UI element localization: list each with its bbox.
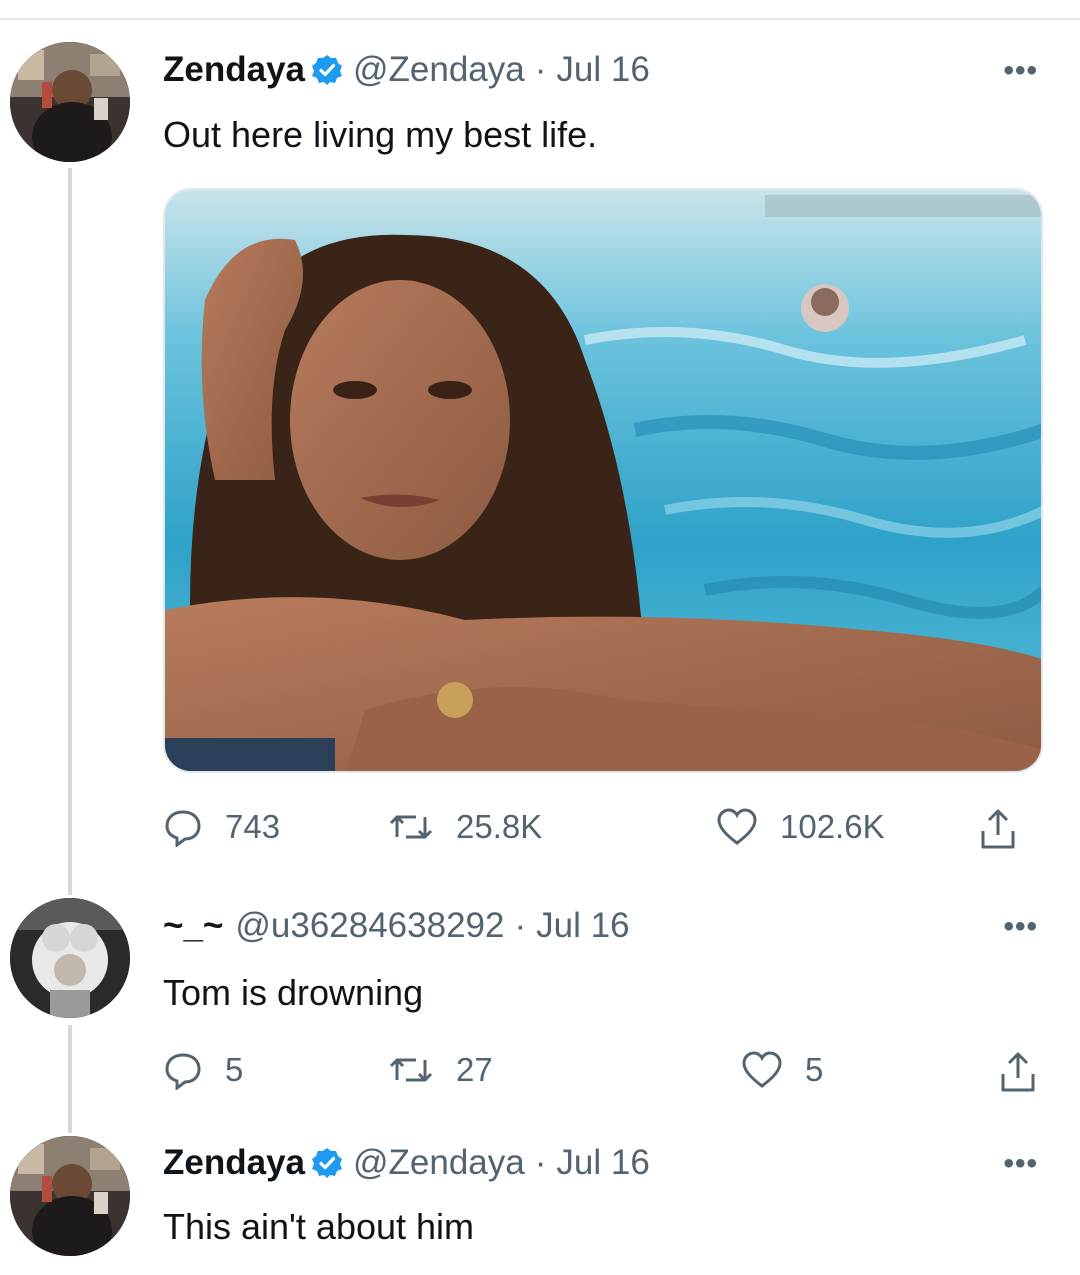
thread-line-2	[68, 1025, 72, 1133]
retweet-icon	[389, 815, 433, 839]
reply-button[interactable]: 5	[163, 1050, 243, 1090]
handle[interactable]: @u36284638292	[235, 906, 504, 946]
more-icon[interactable]: •••	[1003, 910, 1038, 944]
display-name[interactable]: ~_~	[163, 906, 223, 946]
more-icon[interactable]: •••	[1003, 54, 1038, 88]
share-icon	[1001, 1052, 1035, 1092]
like-button[interactable]: 102.6K	[716, 807, 885, 847]
verified-badge-icon	[311, 1147, 343, 1179]
tweet-date[interactable]: Jul 16	[556, 50, 649, 90]
more-icon[interactable]: •••	[1003, 1147, 1038, 1181]
retweet-count: 25.8K	[456, 808, 543, 845]
handle[interactable]: @Zendaya	[353, 50, 525, 90]
retweet-button[interactable]: 27	[388, 1050, 493, 1090]
reply-icon	[165, 810, 201, 847]
like-count: 5	[805, 1051, 824, 1088]
reply-icon	[165, 1053, 201, 1090]
tweet-text: This ain't about him	[163, 1206, 475, 1247]
top-divider	[0, 18, 1080, 20]
handle[interactable]: @Zendaya	[353, 1143, 525, 1183]
avatar[interactable]	[10, 898, 130, 1018]
reply-count: 743	[225, 808, 281, 845]
avatar-image	[10, 898, 130, 1018]
heart-icon	[717, 808, 757, 845]
tweet-actions: 743 25.8K 102.6K	[163, 807, 1048, 857]
avatar-image	[10, 42, 130, 162]
tweet-actions: 5 27 5	[163, 1050, 1048, 1100]
retweet-count: 27	[456, 1051, 493, 1088]
like-count: 102.6K	[780, 808, 885, 845]
share-icon	[981, 809, 1015, 849]
display-name[interactable]: Zendaya	[163, 50, 305, 90]
tweet-text: Out here living my best life.	[163, 114, 598, 155]
tweet-header: Zendaya @Zendaya · Jul 16	[163, 1143, 650, 1183]
avatar[interactable]	[10, 1136, 130, 1256]
share-button[interactable]	[978, 807, 1040, 851]
separator: ·	[534, 50, 547, 89]
reply-count: 5	[225, 1051, 244, 1088]
tweet-thread: Zendaya @Zendaya · Jul 16 ••• Out here l…	[0, 0, 1080, 1275]
tweet-date[interactable]: Jul 16	[556, 1143, 649, 1183]
display-name[interactable]: Zendaya	[163, 1143, 305, 1183]
avatar[interactable]	[10, 42, 130, 162]
heart-icon	[742, 1051, 782, 1088]
separator: ·	[514, 906, 527, 945]
tweet-photo[interactable]	[163, 188, 1043, 773]
tweet-header: ~_~ @u36284638292 · Jul 16	[163, 906, 630, 946]
like-button[interactable]: 5	[741, 1050, 823, 1090]
retweet-button[interactable]: 25.8K	[388, 807, 542, 847]
avatar-image	[10, 1136, 130, 1256]
retweet-icon	[389, 1058, 433, 1082]
separator: ·	[534, 1143, 547, 1182]
photo-pool-scene	[165, 190, 1041, 771]
tweet-date[interactable]: Jul 16	[536, 906, 629, 946]
thread-line-1	[68, 168, 72, 895]
tweet-header: Zendaya @Zendaya · Jul 16	[163, 50, 650, 90]
tweet-text: Tom is drowning	[163, 972, 424, 1013]
reply-button[interactable]: 743	[163, 807, 280, 847]
share-button[interactable]	[998, 1050, 1060, 1094]
verified-badge-icon	[311, 54, 343, 86]
